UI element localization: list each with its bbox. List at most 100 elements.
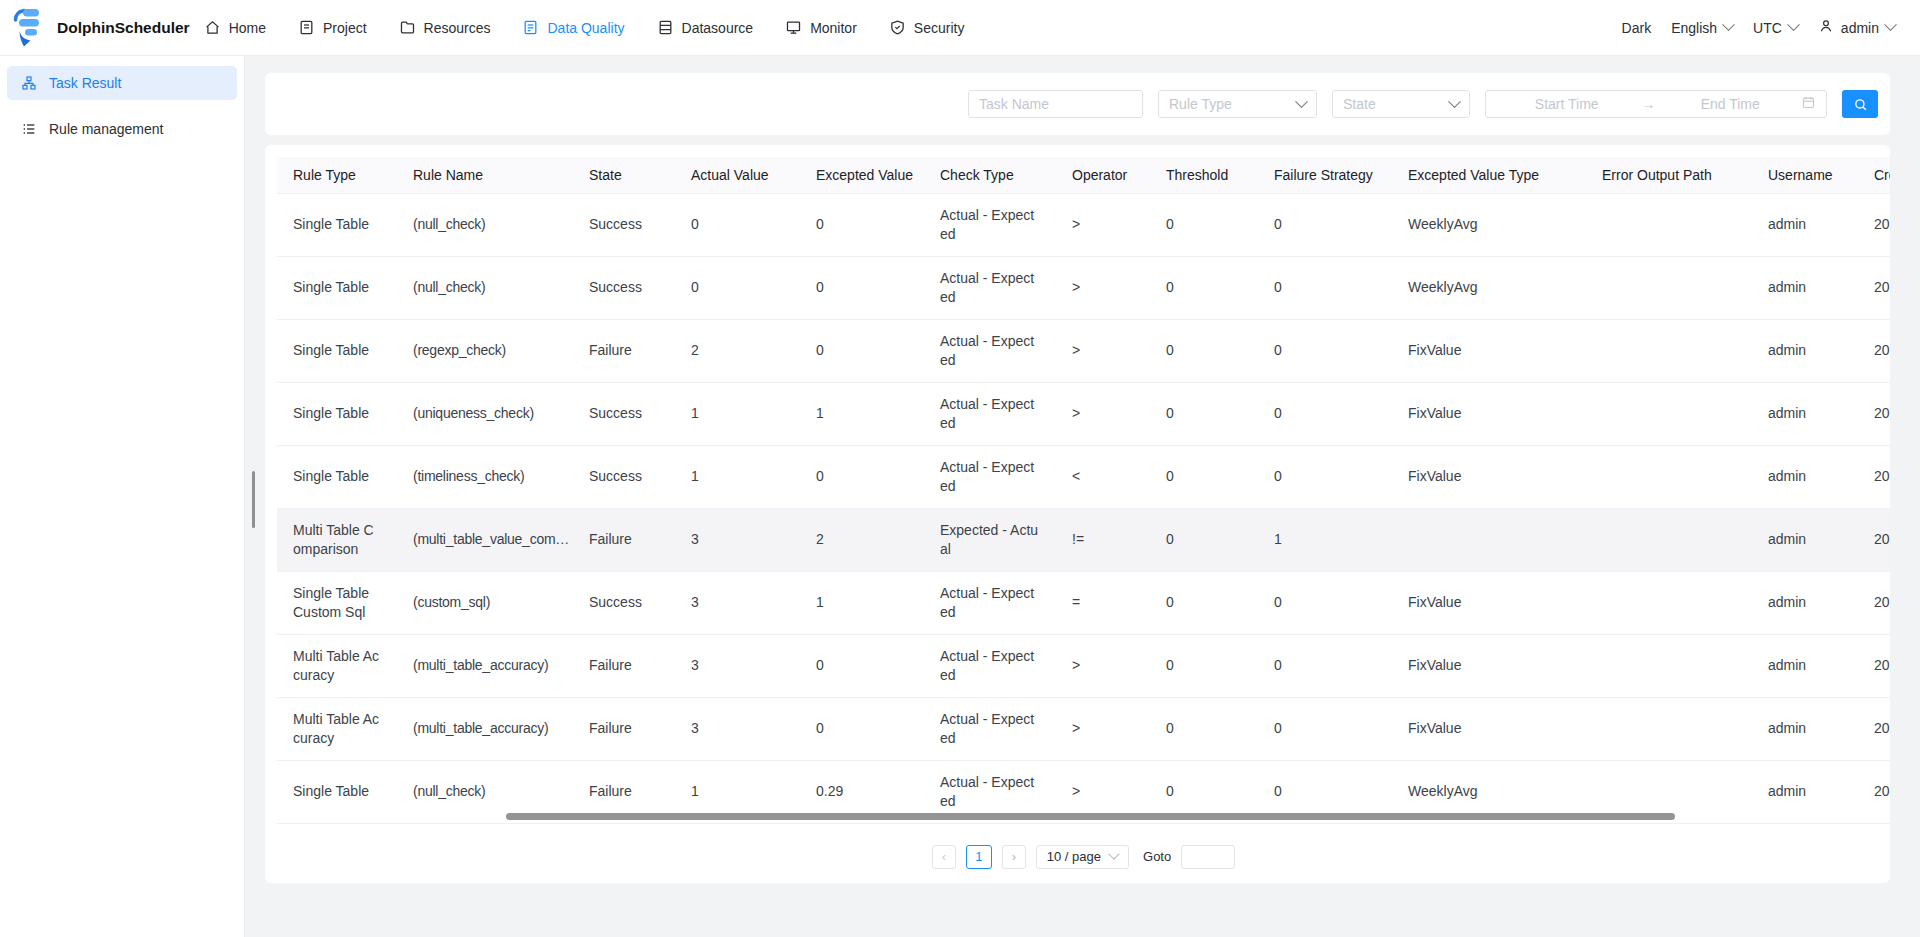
cell-excepted-value: 2: [800, 508, 924, 571]
cell-create-time: 20: [1858, 193, 1890, 256]
cell-actual-value: 1: [675, 445, 800, 508]
cell-operator: !=: [1056, 508, 1150, 571]
brand-title: DolphinScheduler: [57, 19, 190, 37]
top-navbar: DolphinScheduler Home Project Resources Dat…: [0, 0, 1920, 56]
col-excepted-value: Excepted Value: [800, 157, 924, 193]
cell-excepted-value-type: WeeklyAvg: [1392, 256, 1586, 319]
timezone-select[interactable]: UTC: [1753, 20, 1798, 36]
prev-page-button[interactable]: ‹: [932, 845, 956, 869]
user-icon: [1818, 18, 1834, 37]
table-row[interactable]: Multi Table Accuracy(multi_table_accurac…: [277, 697, 1890, 760]
table-row[interactable]: Single Table(regexp_check)Failure20Actua…: [277, 319, 1890, 382]
page-number-button[interactable]: 1: [966, 845, 992, 869]
cell-actual-value: 3: [675, 697, 800, 760]
cell-rule-name: (multi_table_accuracy): [397, 634, 573, 697]
horizontal-scrollbar-thumb[interactable]: [506, 813, 1675, 820]
cell-state: Failure: [573, 319, 675, 382]
cell-username: admin: [1752, 445, 1858, 508]
theme-toggle[interactable]: Dark: [1622, 20, 1652, 36]
cell-state: Success: [573, 193, 675, 256]
cell-username: admin: [1752, 193, 1858, 256]
sidebar-item-rule-management[interactable]: Rule management: [7, 112, 237, 146]
cell-state: Success: [573, 571, 675, 634]
table-row[interactable]: Single Table(uniqueness_check)Success11A…: [277, 382, 1890, 445]
cell-state: Failure: [573, 508, 675, 571]
cell-excepted-value-type: FixValue: [1392, 634, 1586, 697]
cell-threshold: 0: [1150, 571, 1258, 634]
cell-rule-type: Single Table: [277, 256, 397, 319]
cell-create-time: 20: [1858, 571, 1890, 634]
nav-item-label: Home: [229, 20, 266, 36]
brand[interactable]: DolphinScheduler: [12, 7, 190, 49]
cell-failure-strategy: 0: [1258, 382, 1392, 445]
cell-state: Success: [573, 382, 675, 445]
folder-icon: [399, 19, 416, 36]
filter-bar: Rule Type State Start Time → End Time: [265, 73, 1890, 135]
nav-item-project[interactable]: Project: [298, 19, 367, 36]
col-excepted-value-type: Excepted Value Type: [1392, 157, 1586, 193]
table-row[interactable]: Single Table(null_check)Success00Actual …: [277, 256, 1890, 319]
task-name-input[interactable]: [968, 90, 1143, 118]
cell-rule-name: (uniqueness_check): [397, 382, 573, 445]
timezone-label: UTC: [1753, 20, 1782, 36]
data-quality-icon: [522, 19, 539, 36]
user-menu[interactable]: admin: [1818, 18, 1895, 37]
cell-failure-strategy: 1: [1258, 508, 1392, 571]
table-row[interactable]: Single Table(null_check)Success00Actual …: [277, 193, 1890, 256]
sidebar-item-label: Task Result: [49, 75, 121, 91]
cell-state: Success: [573, 256, 675, 319]
search-button[interactable]: [1842, 90, 1878, 118]
page-size-select[interactable]: 10 / page: [1036, 845, 1129, 869]
cell-actual-value: 1: [675, 382, 800, 445]
cell-operator: >: [1056, 634, 1150, 697]
cell-check-type: Actual - Expected: [924, 319, 1056, 382]
rule-type-select[interactable]: Rule Type: [1158, 90, 1317, 118]
cell-rule-name: (multi_table_accuracy): [397, 697, 573, 760]
language-select[interactable]: English: [1671, 20, 1733, 36]
sidebar-item-task-result[interactable]: Task Result: [7, 66, 237, 100]
date-range-picker[interactable]: Start Time → End Time: [1485, 90, 1827, 118]
nav-item-datasource[interactable]: Datasource: [657, 19, 754, 36]
table-row[interactable]: Single Table(timeliness_check)Success10A…: [277, 445, 1890, 508]
cell-operator: >: [1056, 382, 1150, 445]
cell-create-time: 20: [1858, 256, 1890, 319]
nav-item-monitor[interactable]: Monitor: [785, 19, 857, 36]
col-error-output-path: Error Output Path: [1586, 157, 1752, 193]
chevron-down-icon: [1884, 18, 1897, 31]
calendar-icon: [1801, 95, 1816, 113]
nav-item-security[interactable]: Security: [889, 19, 965, 36]
cell-operator: <: [1056, 445, 1150, 508]
cell-actual-value: 2: [675, 319, 800, 382]
cell-username: admin: [1752, 634, 1858, 697]
table-row[interactable]: Single Table Custom Sql(custom_sql)Succe…: [277, 571, 1890, 634]
cell-error-output-path: [1586, 571, 1752, 634]
cell-error-output-path: [1586, 697, 1752, 760]
nav-item-resources[interactable]: Resources: [399, 19, 491, 36]
cell-threshold: 0: [1150, 697, 1258, 760]
cell-actual-value: 3: [675, 634, 800, 697]
cell-check-type: Actual - Expected: [924, 697, 1056, 760]
cell-create-time: 20: [1858, 445, 1890, 508]
cell-threshold: 0: [1150, 256, 1258, 319]
sidebar-item-label: Rule management: [49, 121, 163, 137]
table-row[interactable]: Multi Table Accuracy(multi_table_accurac…: [277, 634, 1890, 697]
col-threshold: Threshold: [1150, 157, 1258, 193]
cell-state: Failure: [573, 634, 675, 697]
cell-create-time: 20: [1858, 697, 1890, 760]
cell-username: admin: [1752, 760, 1858, 823]
cell-check-type: Actual - Expected: [924, 256, 1056, 319]
cell-rule-name: (custom_sql): [397, 571, 573, 634]
nav-item-label: Datasource: [682, 20, 754, 36]
nav-item-home[interactable]: Home: [204, 19, 266, 36]
table-row[interactable]: Multi Table Comparison(multi_table_value…: [277, 508, 1890, 571]
cell-error-output-path: [1586, 256, 1752, 319]
cell-excepted-value-type: FixValue: [1392, 445, 1586, 508]
cell-error-output-path: [1586, 193, 1752, 256]
state-select[interactable]: State: [1332, 90, 1470, 118]
nav-item-data-quality[interactable]: Data Quality: [522, 19, 624, 36]
chevron-down-icon: [1108, 848, 1119, 859]
cell-create-time: 20: [1858, 382, 1890, 445]
nav-menu: Home Project Resources Data Quality Datasour…: [204, 19, 965, 36]
next-page-button[interactable]: ›: [1002, 845, 1026, 869]
goto-page-input[interactable]: [1181, 845, 1235, 869]
